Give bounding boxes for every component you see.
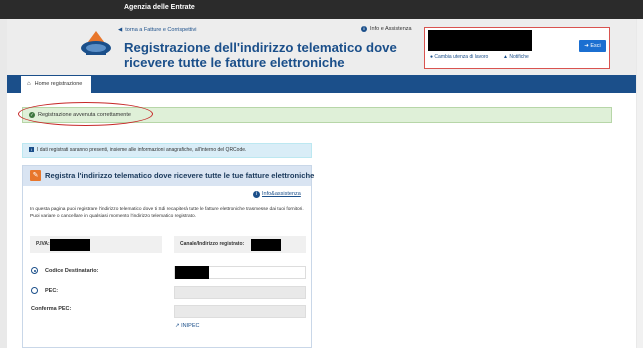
canale-label: Canale/Indirizzo registrato:	[180, 241, 245, 247]
codice-destinatario-radio[interactable]	[31, 267, 38, 274]
pec-radio[interactable]	[31, 287, 38, 294]
home-icon: ⌂	[27, 81, 31, 87]
info-alert: iI dati registrati saranno presenti, ins…	[22, 143, 312, 158]
logout-icon: ➜	[584, 43, 589, 49]
info-icon: i	[253, 191, 260, 198]
conferma-pec-field[interactable]	[174, 305, 306, 318]
back-to-fatture-link[interactable]: ◀ torna a Fatture e Corrispettivi	[118, 27, 196, 33]
conferma-pec-label: Conferma PEC:	[31, 306, 72, 312]
pec-field[interactable]	[174, 286, 306, 299]
help-link[interactable]: i Info&assistenza	[253, 191, 301, 198]
users-icon: ●	[430, 54, 434, 60]
change-user-link[interactable]: ● Cambia utenza di lavoro	[430, 54, 488, 60]
inipec-link[interactable]: ↗ INIPEC	[175, 323, 199, 329]
pec-label: PEC:	[45, 288, 59, 294]
panel-title: Registra l'indirizzo telematico dove ric…	[45, 171, 315, 180]
notifications-link[interactable]: ▲ Notifiche	[503, 54, 529, 60]
agency-logo-icon	[81, 31, 111, 55]
canale-box: Canale/Indirizzo registrato:	[174, 236, 306, 253]
redacted-piva	[50, 239, 90, 251]
redacted-user-name	[428, 30, 532, 51]
info-square-icon: i	[29, 147, 34, 153]
nav-bar	[7, 75, 636, 93]
top-bar: Agenzia delle Entrate	[0, 0, 643, 19]
redacted-codice	[175, 266, 209, 279]
pencil-icon: ✎	[30, 170, 41, 181]
scrollbar[interactable]	[637, 19, 643, 348]
piva-label: P.IVA:	[36, 241, 50, 247]
tab-home-registrazione[interactable]: ⌂ Home registrazione	[21, 76, 91, 93]
exit-button[interactable]: ➜ Esci	[579, 40, 606, 52]
redacted-canale	[251, 239, 281, 251]
arrow-left-icon: ◀	[118, 27, 123, 33]
codice-destinatario-label: Codice Destinatario:	[45, 268, 99, 274]
page-title: Registrazione dell'indirizzo telematico …	[124, 40, 397, 70]
info-assistenza-link[interactable]: i Info e Assistenza	[361, 26, 412, 32]
highlight-ellipse	[18, 102, 153, 126]
panel-description: In questa pagina puoi registrare l'indir…	[30, 207, 304, 219]
org-name: Agenzia delle Entrate	[124, 4, 195, 11]
info-icon: i	[361, 26, 367, 32]
external-link-icon: ↗	[175, 323, 180, 329]
bell-icon: ▲	[503, 54, 508, 60]
